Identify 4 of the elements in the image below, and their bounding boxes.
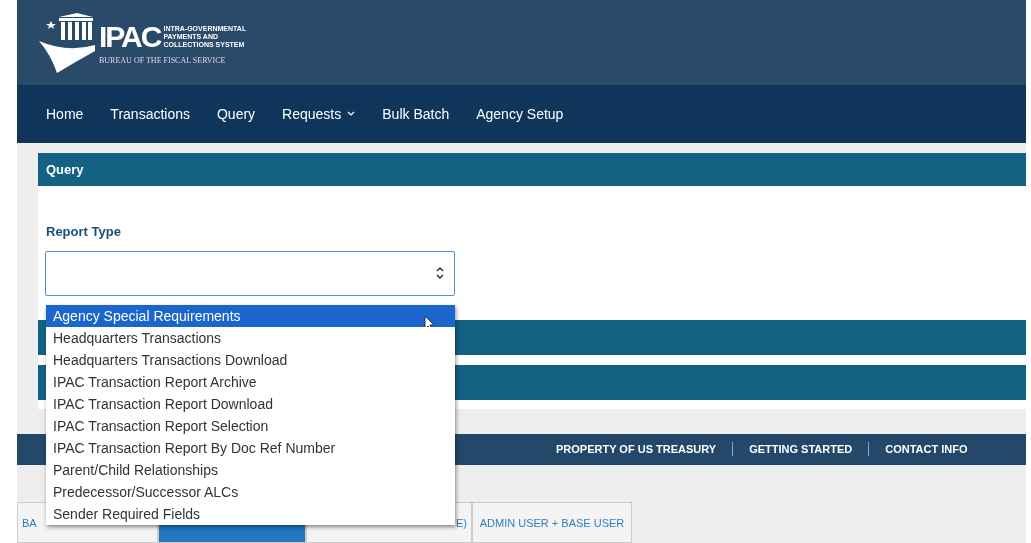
logo-subtitle: BUREAU OF THE FISCAL SERVICE [99,55,227,65]
field-label: Report Type [46,223,122,239]
logo-acronym: IPAC [99,20,161,53]
section-title: Query [46,161,84,177]
